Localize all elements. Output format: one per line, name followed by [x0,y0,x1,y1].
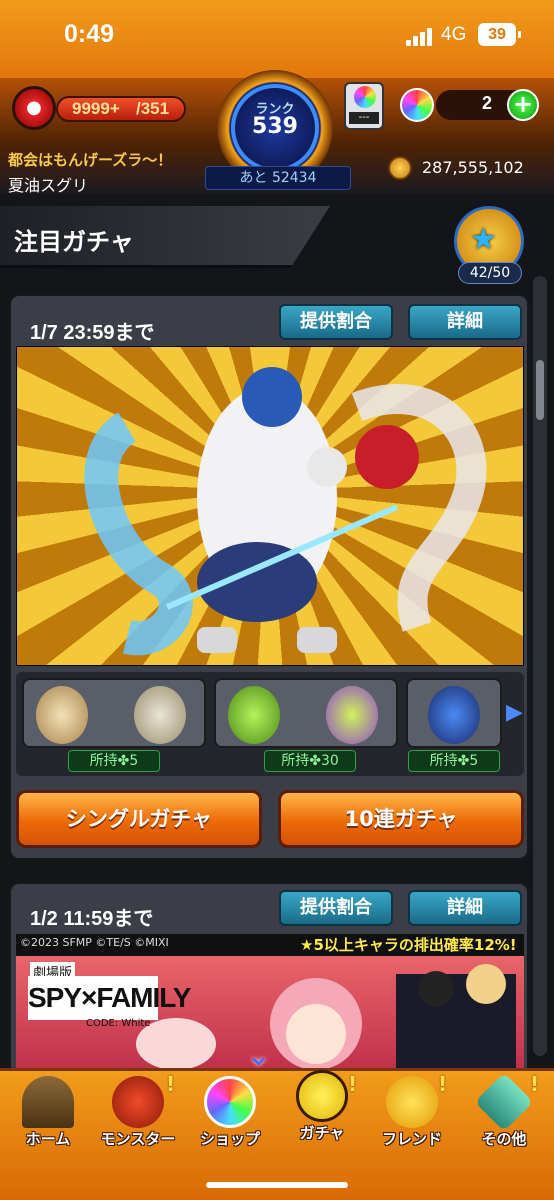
copyright-text: ©2023 SFMP ©TE/S ©MIXI [20,936,169,949]
add-orb-button[interactable]: + [507,89,539,121]
character-thumb[interactable] [214,678,398,748]
orb-icon [400,88,434,122]
owned-count: 所持✤5 [68,750,160,772]
details-button[interactable]: 詳細 [408,890,522,926]
rank-next-exp: あと 52434 [205,166,351,190]
alert-icon: ! [438,1072,448,1096]
owned-count: 所持✤5 [408,750,500,772]
rates-button[interactable]: 提供割合 [279,890,393,926]
monster-icon [112,1076,164,1128]
alert-icon: ! [530,1072,540,1096]
rank-number: 539 [252,114,298,139]
stamina-value: 9999+ [72,99,120,118]
player-message: 都会はもんげーズラ〜！ [8,151,173,169]
details-button[interactable]: 詳細 [408,304,522,340]
collab-subtitle: CODE: White [86,1018,151,1029]
network-type: 4G [441,24,467,45]
tab-label: ガチャ [299,1124,345,1142]
orb-count: 2 [482,93,493,113]
cart-label: --- [349,112,379,124]
tab-label: その他 [481,1130,527,1148]
tab-label: フレンド [381,1130,442,1148]
tab-home[interactable]: ホーム [4,1072,92,1168]
battery-icon: 39 [478,23,521,46]
rates-button[interactable]: 提供割合 [279,304,393,340]
alert-icon: ! [166,1072,176,1096]
tab-shop[interactable]: ショップ [186,1072,274,1168]
stamina-icon: ● [12,86,56,130]
gacha-deadline: 1/7 23:59まで [30,322,155,344]
friend-icon [386,1076,438,1128]
character-thumb[interactable] [22,678,206,748]
status-time: 0:49 [64,20,115,48]
shop-orb-icon [204,1076,256,1128]
tab-label: ショップ [199,1130,260,1148]
stamina-max: /351 [136,99,170,118]
other-icon [474,1072,534,1132]
coin-icon [388,156,412,180]
single-gacha-button[interactable]: シングルガチャ [16,790,262,848]
scrollbar-thumb[interactable] [536,360,544,420]
banner-artwork [84,367,487,656]
tab-label: モンスター [100,1130,176,1148]
home-icon [22,1076,74,1128]
character-thumb[interactable] [406,678,502,748]
tab-label: ホーム [25,1130,71,1148]
home-indicator[interactable] [206,1182,348,1188]
ten-gacha-button[interactable]: 10連ガチャ [278,790,524,848]
promo-text: ★5以上キャラの排出確率12%! [300,936,517,954]
section-title: 注目ガチャ [14,228,134,256]
collab-logo: SPY×FAMILY [28,976,191,1020]
gacha-deadline: 1/2 11:59まで [30,908,154,930]
scroll-right-icon[interactable]: ▶ [506,700,523,725]
cart-orb-icon [354,86,376,108]
gacha-banner[interactable] [16,346,524,666]
alert-icon: ! [348,1072,358,1096]
star-icon: ★ [470,222,497,257]
mission-count: 42/50 [458,262,522,284]
coin-count: 287,555,102 [422,158,524,177]
player-name: 夏油スグリ [8,176,89,195]
owned-count: 所持✤30 [264,750,356,772]
signal-icon [406,28,434,46]
gacha-icon [296,1070,348,1122]
